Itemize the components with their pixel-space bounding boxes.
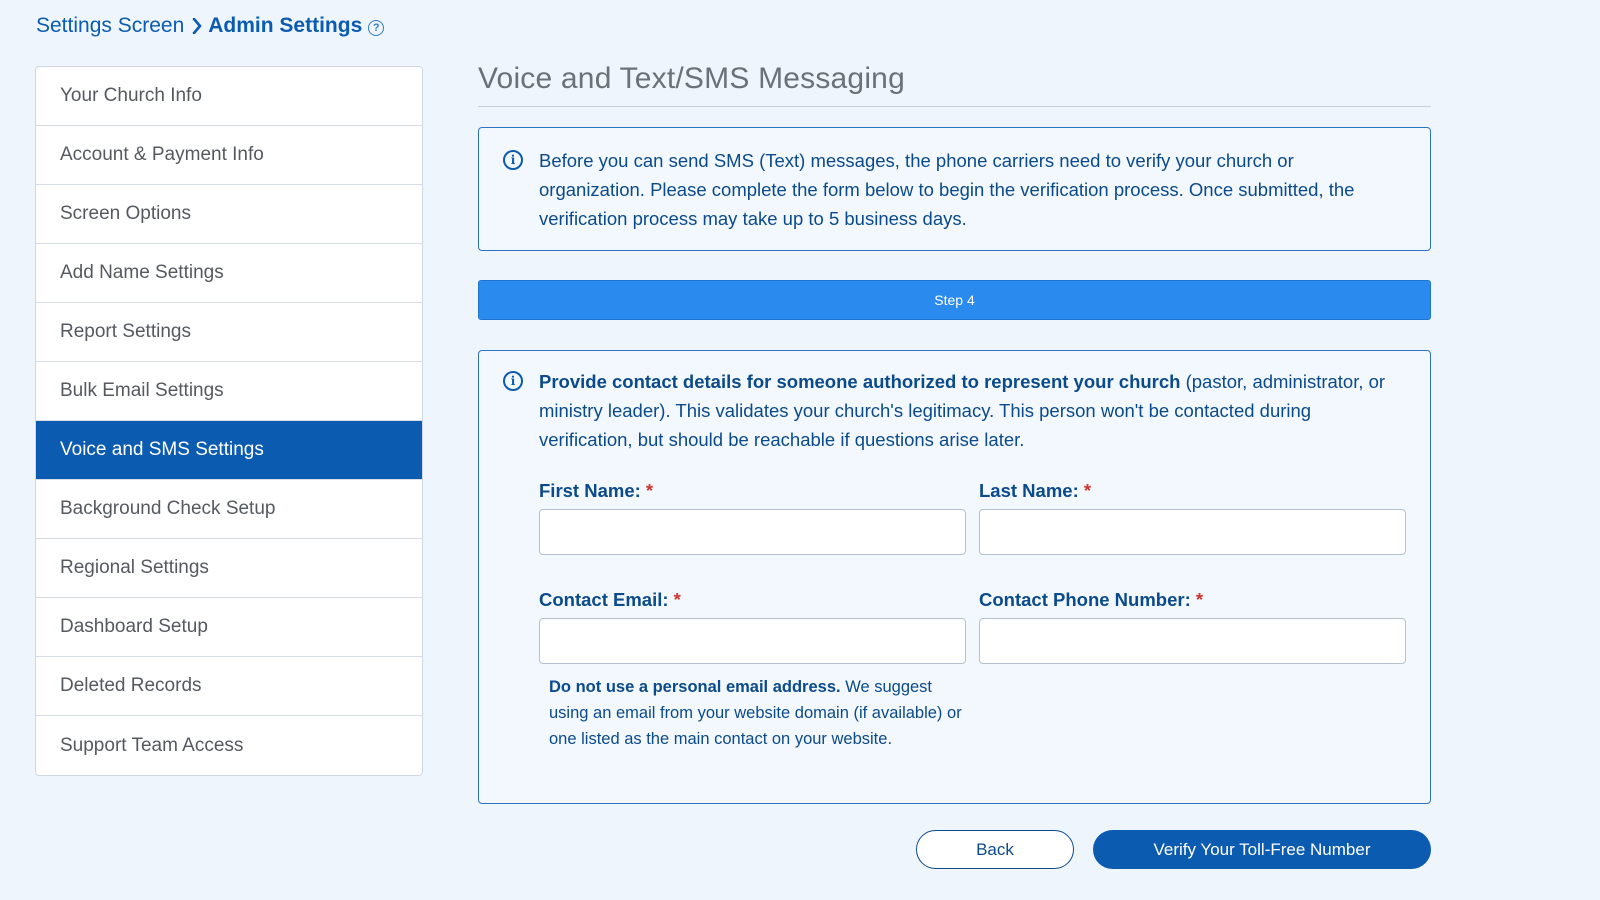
required-marker: *	[1195, 589, 1204, 610]
email-field-group: Contact Email: * Do not use a personal e…	[539, 589, 966, 752]
contact-phone-label: Contact Phone Number: *	[979, 589, 1204, 610]
info-icon: i	[503, 150, 523, 170]
contact-phone-input[interactable]	[979, 618, 1406, 664]
sidebar-item-report-settings[interactable]: Report Settings	[36, 303, 422, 362]
sidebar-item-support-team-access[interactable]: Support Team Access	[36, 716, 422, 775]
last-name-input[interactable]	[979, 509, 1406, 555]
info-icon: i	[503, 371, 523, 391]
first-name-label: First Name: *	[539, 480, 654, 501]
sidebar-item-dashboard-setup[interactable]: Dashboard Setup	[36, 598, 422, 657]
phone-field-group: Contact Phone Number: *	[979, 589, 1406, 752]
sidebar-item-voice-sms-settings[interactable]: Voice and SMS Settings	[36, 421, 422, 480]
verify-toll-free-number-button[interactable]: Verify Your Toll-Free Number	[1093, 830, 1431, 869]
required-marker: *	[645, 480, 654, 501]
breadcrumb-current: Admin Settings	[208, 14, 363, 37]
required-marker: *	[1083, 480, 1092, 501]
verification-info-text: Before you can send SMS (Text) messages,…	[539, 150, 1355, 229]
form-intro-bold: Provide contact details for someone auth…	[539, 371, 1181, 392]
main-content: Voice and Text/SMS Messaging i Before yo…	[478, 62, 1431, 804]
first-name-input[interactable]	[539, 509, 966, 555]
email-guidance-bold: Do not use a personal email address.	[549, 678, 841, 696]
sidebar-item-your-church-info[interactable]: Your Church Info	[36, 67, 422, 126]
required-marker: *	[673, 589, 681, 610]
breadcrumb: Settings Screen Admin Settings ?	[36, 12, 385, 40]
chevron-right-icon	[188, 12, 206, 40]
email-guidance-note: Do not use a personal email address. We …	[539, 674, 966, 752]
sidebar-item-account-payment-info[interactable]: Account & Payment Info	[36, 126, 422, 185]
sidebar-item-deleted-records[interactable]: Deleted Records	[36, 657, 422, 716]
sidebar-item-screen-options[interactable]: Screen Options	[36, 185, 422, 244]
settings-sidebar: Your Church Info Account & Payment Info …	[35, 66, 423, 776]
sidebar-item-add-name-settings[interactable]: Add Name Settings	[36, 244, 422, 303]
sidebar-item-bulk-email-settings[interactable]: Bulk Email Settings	[36, 362, 422, 421]
question-circle-icon[interactable]: ?	[368, 19, 385, 36]
contact-email-label: Contact Email: *	[539, 589, 681, 610]
last-name-field-group: Last Name: *	[979, 480, 1406, 555]
first-name-field-group: First Name: *	[539, 480, 966, 555]
sidebar-item-regional-settings[interactable]: Regional Settings	[36, 539, 422, 598]
breadcrumb-settings-screen-link[interactable]: Settings Screen	[36, 12, 184, 40]
sidebar-item-background-check-setup[interactable]: Background Check Setup	[36, 480, 422, 539]
contact-email-input[interactable]	[539, 618, 966, 664]
back-button[interactable]: Back	[916, 830, 1074, 869]
verification-info-box: i Before you can send SMS (Text) message…	[478, 127, 1431, 251]
form-intro: Provide contact details for someone auth…	[539, 367, 1406, 454]
step-indicator: Step 4	[478, 280, 1431, 320]
page-title: Voice and Text/SMS Messaging	[478, 62, 1431, 107]
contact-form: i Provide contact details for someone au…	[478, 350, 1431, 804]
last-name-label: Last Name: *	[979, 480, 1092, 501]
